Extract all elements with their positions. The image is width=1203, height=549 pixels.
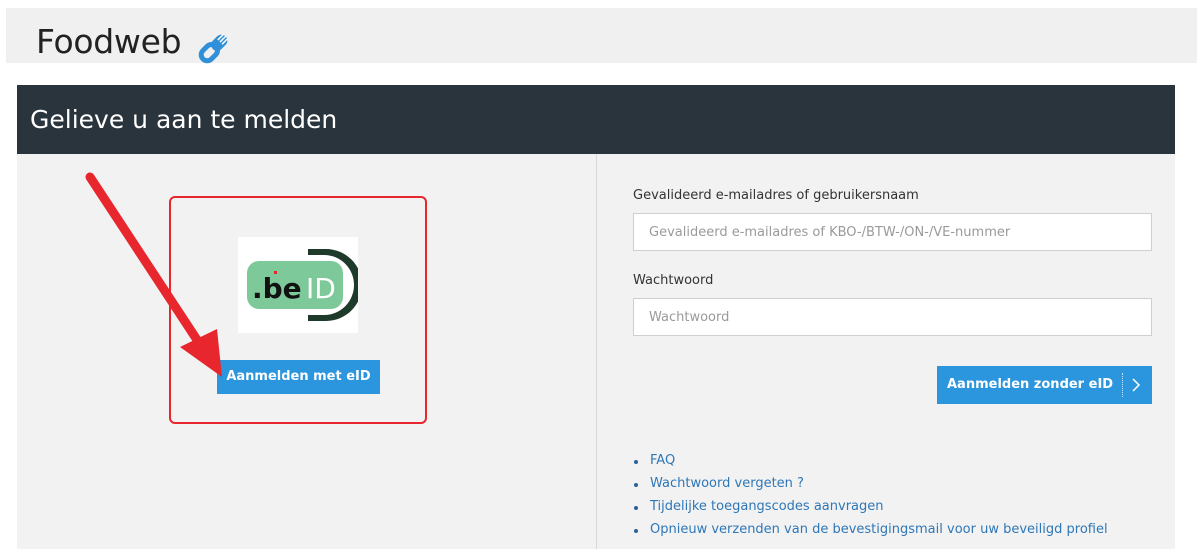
bullet-icon [634, 529, 638, 533]
beid-logo-id: ID [306, 272, 336, 305]
username-input[interactable] [633, 213, 1152, 251]
faq-link[interactable]: FAQ [650, 453, 675, 468]
beid-logo-icon: .be ID [238, 237, 358, 333]
fork-link-icon [198, 33, 229, 64]
bullet-icon [634, 483, 638, 487]
login-panel: Gelieve u aan te melden .be ID Aanmelden… [17, 85, 1175, 549]
beid-logo-be: .be [252, 272, 302, 305]
login-with-eid-button[interactable]: Aanmelden met eID [217, 360, 380, 394]
bullet-icon [634, 506, 638, 510]
bullet-icon [634, 460, 638, 464]
brand-name: Foodweb [36, 22, 182, 61]
temporary-access-codes-link[interactable]: Tijdelijke toegangscodes aanvragen [650, 499, 884, 514]
resend-confirmation-link[interactable]: Opnieuw verzenden van de bevestigingsmai… [650, 522, 1108, 537]
password-input[interactable] [633, 298, 1152, 336]
panel-header: Gelieve u aan te melden [17, 85, 1175, 154]
top-bar: Foodweb [6, 8, 1197, 64]
chevron-right-icon [1132, 378, 1141, 392]
password-label: Wachtwoord [633, 273, 714, 288]
page-title: Gelieve u aan te melden [30, 105, 338, 134]
login-without-eid-label: Aanmelden zonder eID [947, 377, 1114, 392]
button-separator [1122, 373, 1123, 397]
forgot-password-link[interactable]: Wachtwoord vergeten ? [650, 476, 804, 491]
column-divider [596, 154, 597, 549]
login-without-eid-button[interactable]: Aanmelden zonder eID [937, 366, 1152, 404]
username-label: Gevalideerd e-mailadres of gebruikersnaa… [633, 188, 919, 203]
